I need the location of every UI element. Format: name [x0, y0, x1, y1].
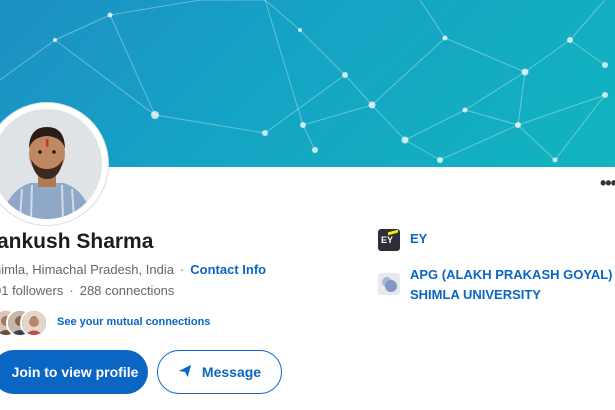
education-name-line2: SHIMLA UNIVERSITY [410, 287, 541, 302]
connections-count: 288 connections [79, 283, 175, 298]
message-button-label: Message [201, 364, 262, 380]
mutual-connections-link[interactable]: See your mutual connections [57, 316, 210, 328]
mutual-avatar [20, 309, 48, 337]
send-icon [178, 364, 192, 381]
experience-name: EY [410, 231, 428, 246]
more-horizontal-icon: ••• [600, 178, 615, 192]
university-logo-icon [378, 273, 400, 295]
education-name-line1: APG (ALAKH PRAKASH GOYAL) [410, 267, 613, 282]
followers-count: 01 followers [0, 283, 64, 298]
education-name: APG (ALAKH PRAKASH GOYAL) SHIMLA UNIVERS… [410, 265, 612, 305]
profile-name: ankush Sharma [0, 230, 154, 253]
profile-stats: 01 followers · 288 connections [0, 283, 174, 298]
join-to-view-profile-button[interactable]: Join to view profile [0, 350, 148, 394]
separator-dot: · [69, 283, 74, 298]
more-options-button[interactable]: ••• [600, 178, 615, 192]
ey-logo-icon: EY [378, 229, 400, 251]
message-button[interactable]: Message [157, 350, 282, 394]
separator-dot: · [179, 262, 185, 277]
profile-location: himla, Himachal Pradesh, India [0, 262, 174, 277]
contact-info-link[interactable]: Contact Info [190, 262, 266, 277]
experience-item-ey[interactable]: EY EY [378, 229, 427, 251]
profile-location-line: himla, Himachal Pradesh, India · Contact I… [0, 262, 266, 277]
mutual-connections-avatars[interactable] [0, 309, 52, 337]
education-item-apg[interactable]: APG (ALAKH PRAKASH GOYAL) SHIMLA UNIVERS… [378, 265, 612, 305]
